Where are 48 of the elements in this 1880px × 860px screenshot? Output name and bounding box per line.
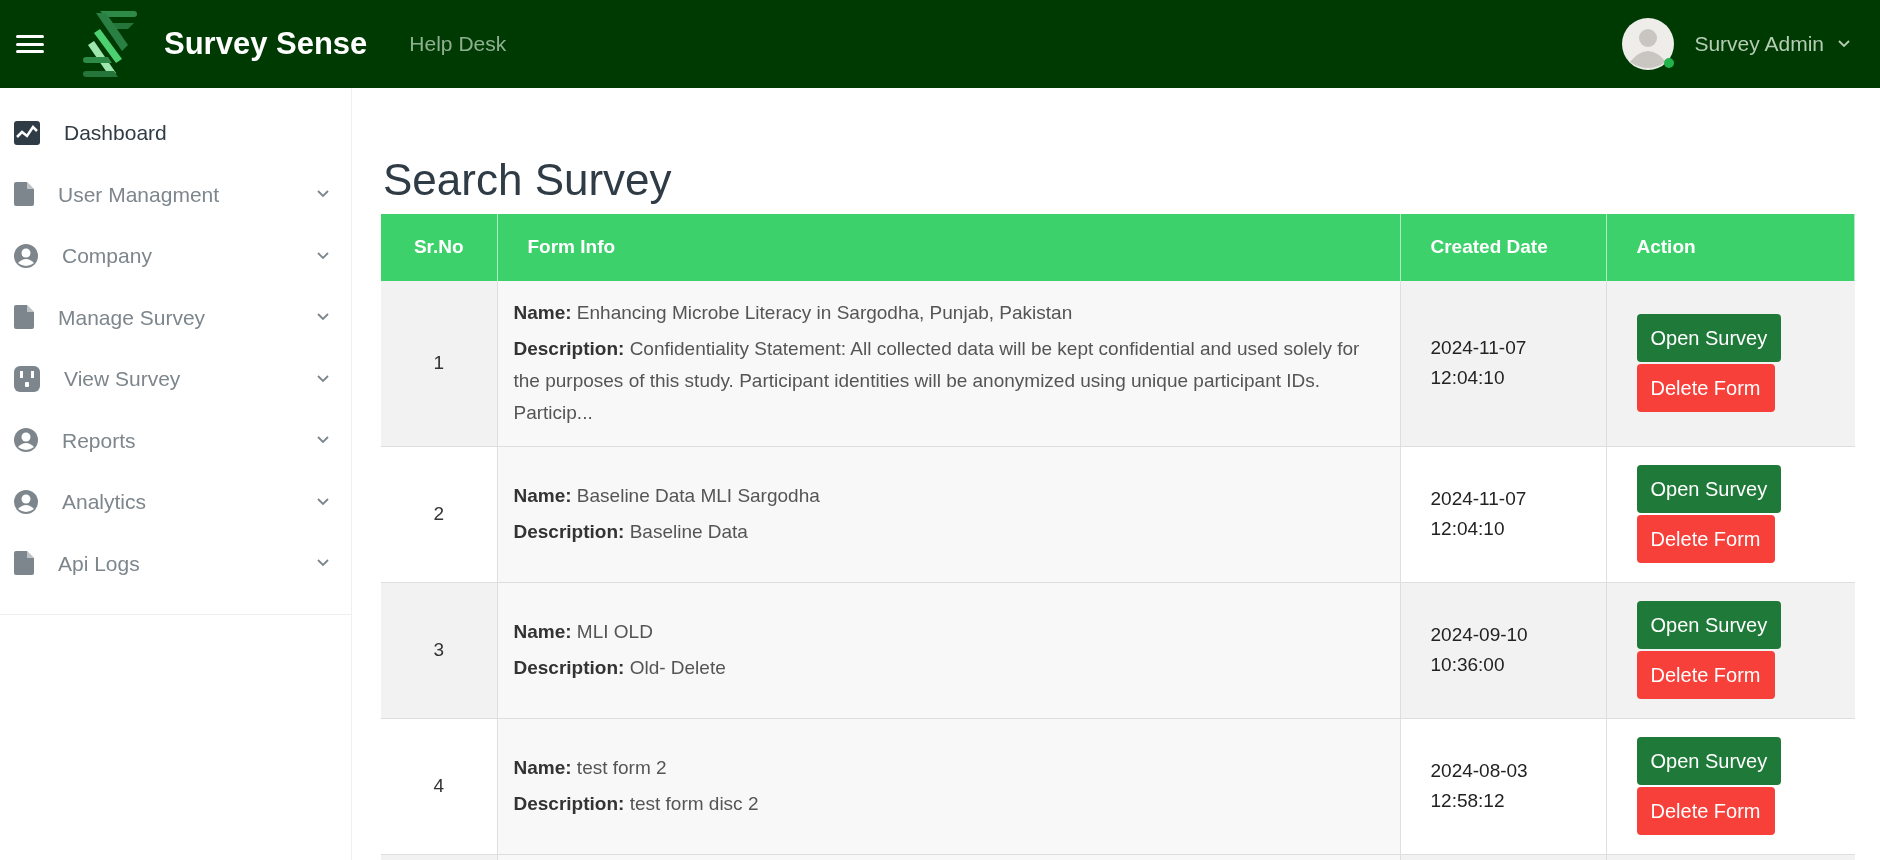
created-date: 2024-11-07 12:04:10 <box>1430 336 1528 391</box>
brand-name[interactable]: Survey Sense <box>164 20 368 68</box>
created-date: 2024-11-07 12:04:10 <box>1430 487 1528 541</box>
help-desk-link[interactable]: Help Desk <box>409 28 507 60</box>
sidebar-item[interactable]: Dashboard <box>0 102 351 164</box>
user-menu[interactable]: Survey Admin <box>1694 28 1850 60</box>
form-name: Name: test form 2 <box>513 756 668 780</box>
form-description: Description: Old- Delete <box>513 656 727 680</box>
chevron-down-icon <box>1838 40 1850 48</box>
chart-icon <box>14 120 40 145</box>
user-circle-icon <box>14 489 38 514</box>
delete-form-button[interactable]: Delete Form <box>1636 651 1775 699</box>
document-icon <box>14 182 34 207</box>
sidebar-item[interactable]: Manage Survey <box>0 286 351 348</box>
document-icon <box>14 551 34 576</box>
sidebar-item[interactable]: View Survey <box>0 348 351 410</box>
form-name: Name: MLI OLD <box>513 620 654 644</box>
delete-form-button[interactable]: Delete Form <box>1636 364 1775 413</box>
form-name: Name: Enhancing Microbe Literacy in Sargodha, Punjab, Pakistan <box>513 301 1074 326</box>
table-cell: 1 <box>381 281 497 446</box>
open-survey-button[interactable]: Open Survey <box>1636 465 1782 513</box>
menu-button[interactable] <box>16 33 44 55</box>
created-date: 2024-08-03 12:58:12 <box>1430 759 1529 813</box>
sidebar-item[interactable]: Analytics <box>0 471 351 533</box>
form-description: Description: test form disc 2 <box>513 792 760 816</box>
open-survey-button[interactable]: Open Survey <box>1636 601 1782 649</box>
sidebar-item[interactable]: Reports <box>0 409 351 471</box>
document-icon <box>14 305 34 330</box>
outlet-icon <box>14 365 40 392</box>
form-description: Description: Baseline Data <box>513 520 749 544</box>
open-survey-button[interactable]: Open Survey <box>1636 314 1782 363</box>
created-date: 2024-09-10 10:36:00 <box>1430 623 1529 677</box>
delete-form-button[interactable]: Delete Form <box>1636 787 1775 835</box>
table-cell: 2 <box>381 446 497 582</box>
open-survey-button[interactable]: Open Survey <box>1636 737 1782 785</box>
sidebar-item[interactable]: Api Logs <box>0 532 351 594</box>
user-circle-icon <box>14 428 38 453</box>
logo-icon <box>82 9 138 79</box>
sidebar-item[interactable]: User Managment <box>0 163 351 225</box>
form-name: Name: Baseline Data MLI Sargodha <box>513 484 821 508</box>
avatar-icon[interactable] <box>1622 18 1675 70</box>
sidebar-item[interactable]: Company <box>0 225 351 287</box>
page-title: Search Survey <box>382 158 673 202</box>
table-cell: 4 <box>381 718 497 854</box>
user-circle-icon <box>14 243 38 268</box>
form-description: Description: Confidentiality Statement: All collected data will be kept confidential and used solely for the purposes of this study. Participant identities will be anonymized using unique participant IDs. Particip... <box>513 337 1361 426</box>
table-cell: 3 <box>381 582 497 718</box>
delete-form-button[interactable]: Delete Form <box>1636 515 1775 563</box>
